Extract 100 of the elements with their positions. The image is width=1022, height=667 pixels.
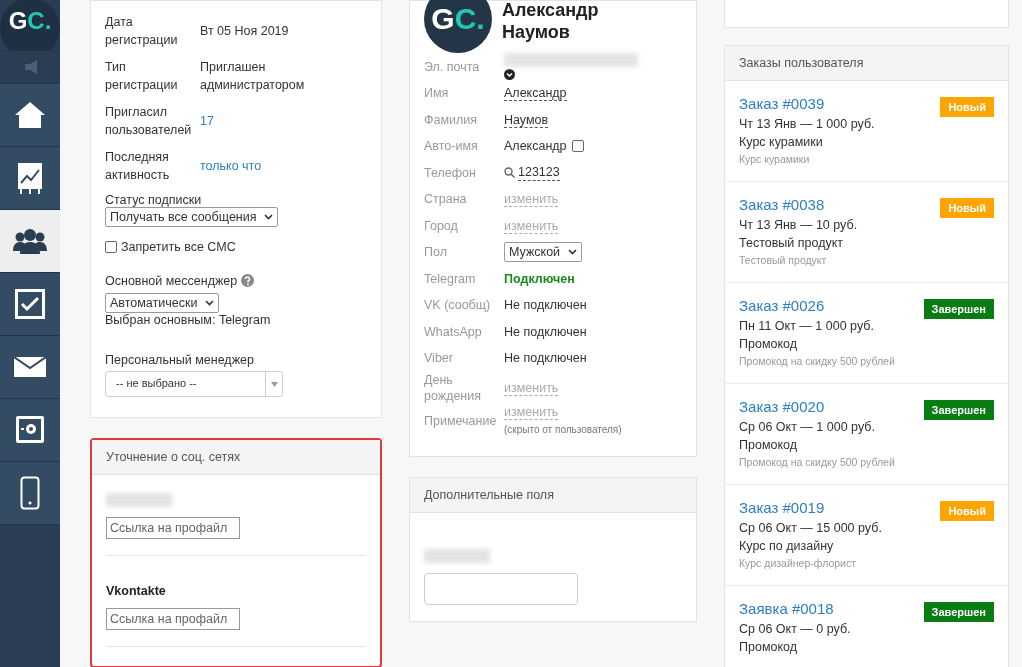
caret-icon	[568, 249, 578, 256]
safe-icon	[15, 415, 45, 445]
status-badge: Новый	[940, 97, 994, 117]
field-label: Город	[424, 217, 459, 234]
status-text: Не подключен	[504, 351, 587, 366]
card-title: Уточнение о соц. сетях	[92, 440, 380, 475]
edit-link[interactable]: изменить	[504, 380, 559, 396]
order-link[interactable]: Заявка #0018	[739, 600, 851, 617]
status-badge: Новый	[940, 501, 994, 521]
field-value: Вт 05 Ноя 2019	[200, 23, 290, 40]
avatar: GC.	[424, 0, 492, 53]
field-label: Примечание	[424, 412, 498, 429]
search-icon	[504, 167, 515, 179]
nav-item[interactable]	[0, 147, 60, 210]
logo: GC.	[0, 0, 60, 50]
order-product: Промокод	[739, 336, 798, 353]
nav-item[interactable]	[0, 84, 60, 147]
status-badge: Новый	[940, 198, 994, 218]
field-value: Приглашен администратором	[200, 59, 306, 94]
field-label: Страна	[424, 191, 468, 208]
nav-item[interactable]	[0, 210, 60, 273]
field-label: Персональный менеджер	[105, 353, 255, 367]
caret-icon	[270, 381, 278, 387]
chevron-down-icon	[504, 69, 515, 80]
redacted-block	[106, 493, 172, 507]
hint-text: Выбран основным: Telegram	[105, 313, 272, 327]
checkbox[interactable]	[105, 241, 117, 253]
order-date: Чт 13 Янв — 10 руб.	[739, 217, 858, 234]
field-label: VK (сообщ)	[424, 297, 492, 314]
speaker-icon	[23, 60, 37, 74]
order-link[interactable]: Заказ #0019	[739, 499, 882, 516]
nav-item[interactable]	[0, 336, 60, 399]
editable-value[interactable]: Александр	[504, 86, 567, 102]
order-product: Тестовый продукт	[739, 235, 845, 252]
field-label: Эл. почта	[424, 58, 481, 75]
caret-icon	[205, 300, 215, 306]
order-link[interactable]: Заказ #0026	[739, 297, 895, 314]
order-date: Ср 06 Окт — 0 руб.	[739, 621, 851, 638]
order-date: Пн 11 Окт — 1 000 руб.	[739, 318, 875, 335]
mail-icon	[14, 357, 46, 377]
hint-text: (скрыто от пользователя)	[504, 422, 623, 437]
value-link[interactable]: только что	[200, 157, 367, 175]
field-label: Telegram	[424, 270, 477, 287]
field-label: Основной мессенджер	[105, 274, 238, 288]
status-text: Подключен	[504, 271, 575, 286]
gender-select[interactable]: Мужской	[504, 242, 583, 263]
nav-item[interactable]	[0, 273, 60, 336]
order-date: Ср 06 Окт — 1 000 руб.	[739, 419, 876, 436]
card-title: Заказы пользователя	[725, 46, 1008, 81]
card-title: Дополнительные поля	[410, 477, 696, 513]
profile-link-field[interactable]: Ссылка на профайл	[106, 517, 240, 539]
home-icon	[13, 100, 47, 130]
order-link[interactable]: Заказ #0039	[739, 95, 875, 112]
chart-icon	[17, 161, 43, 195]
manager-select[interactable]: -- не выбрано --	[105, 371, 283, 397]
help-icon	[241, 274, 255, 287]
order-offer: Курс курамики	[739, 153, 811, 165]
order-offer: Курс дизайнер-флорист	[739, 557, 857, 569]
order-offer: Промокод на скидку 500 рублей	[739, 456, 895, 468]
caret-icon	[264, 214, 274, 220]
field-label: Пригласил пользователей	[105, 104, 193, 139]
profile-link-field[interactable]: Ссылка на профайл	[106, 608, 240, 630]
field-label: Пол	[424, 244, 448, 261]
network-name: Vkontakte	[106, 584, 167, 598]
status-text: Не подключен	[504, 298, 587, 313]
phone-icon	[20, 476, 40, 510]
user-name: Александр Наумов	[502, 0, 600, 44]
value-link[interactable]: 17	[200, 112, 367, 130]
editable-value[interactable]: Наумов	[504, 112, 549, 128]
order-product: Курс по дизайну	[739, 538, 835, 555]
status-badge: Завершен	[923, 400, 994, 420]
checkbox-icon	[15, 289, 45, 319]
order-product: Курс курамики	[739, 134, 824, 151]
checkbox[interactable]	[571, 140, 584, 153]
field-value: Александр	[504, 138, 567, 155]
field-label: Тип регистрации	[105, 59, 179, 94]
nav-item[interactable]	[0, 462, 60, 525]
edit-link[interactable]: изменить	[504, 192, 559, 208]
order-link[interactable]: Заказ #0038	[739, 196, 858, 213]
order-date: Ср 06 Окт — 15 000 руб.	[739, 520, 882, 537]
checkbox-label: Запретить все СМС	[121, 240, 236, 254]
nav-item[interactable]	[0, 399, 60, 462]
subscription-select[interactable]: Получать все сообщения	[105, 207, 279, 227]
order-link[interactable]: Заказ #0020	[739, 398, 895, 415]
edit-link[interactable]: изменить	[504, 404, 559, 420]
edit-link[interactable]: изменить	[504, 218, 559, 234]
redacted-block	[424, 548, 490, 563]
order-product: Промокод	[739, 639, 798, 656]
input-field[interactable]	[424, 572, 578, 605]
order-date: Чт 13 Янв — 1 000 руб.	[739, 116, 875, 133]
editable-value[interactable]: 123123	[518, 164, 560, 182]
status-badge: Завершен	[923, 602, 994, 622]
field-label: Статус подписки	[105, 193, 203, 207]
field-label: Фамилия	[424, 111, 479, 128]
messenger-select[interactable]: Автоматически	[105, 293, 220, 313]
field-label: Авто-имя	[424, 138, 479, 155]
field-label: День рождения	[424, 371, 483, 404]
status-badge: Завершен	[923, 299, 994, 319]
field-label: Телефон	[424, 164, 477, 181]
field-label: Viber	[424, 350, 454, 367]
